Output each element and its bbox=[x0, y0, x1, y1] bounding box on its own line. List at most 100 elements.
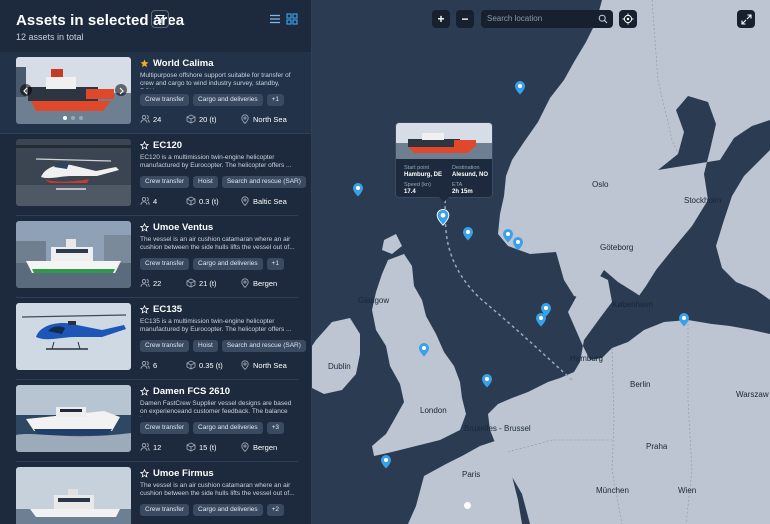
star-outline-icon[interactable] bbox=[140, 140, 149, 150]
asset-tags: Crew transfer Cargo and deliveries +1 bbox=[140, 258, 298, 270]
carousel-next-button[interactable] bbox=[115, 84, 127, 96]
asset-tags: Crew transfer Cargo and deliveries +1 bbox=[140, 94, 298, 106]
filter-icon bbox=[155, 15, 165, 24]
asset-pin-icon[interactable] bbox=[418, 342, 430, 357]
asset-pin-icon[interactable] bbox=[380, 454, 392, 469]
load-value: 20 (t) bbox=[199, 114, 217, 124]
tag-more[interactable]: +2 bbox=[266, 504, 285, 516]
popup-thumbnail bbox=[396, 123, 492, 159]
tag: Crew transfer bbox=[140, 504, 190, 516]
tag: Crew transfer bbox=[140, 176, 190, 188]
map-label-oslo: Oslo bbox=[592, 180, 609, 189]
asset-name[interactable]: EC120 bbox=[153, 140, 182, 151]
map-label-stockholm: Stockholm bbox=[684, 196, 722, 205]
start-point-label: Start point bbox=[404, 165, 430, 171]
asset-tags: Crew transfer Hoist Search and rescue (S… bbox=[140, 340, 306, 352]
tag: Crew transfer bbox=[140, 422, 190, 434]
asset-stats: 12 15 (t) Bergen bbox=[140, 442, 298, 452]
asset-name[interactable]: Umoe Firmus bbox=[153, 468, 214, 479]
zoom-in-button[interactable]: + bbox=[432, 10, 450, 28]
asset-count: 12 assets in total bbox=[16, 32, 84, 42]
eta-label: ETA bbox=[452, 182, 463, 188]
asset-thumbnail bbox=[16, 221, 131, 288]
map-label-bruxelles: Bruxelles - Brussel bbox=[464, 424, 531, 433]
location-search[interactable]: Search location bbox=[481, 10, 613, 28]
star-outline-icon[interactable] bbox=[140, 468, 149, 478]
asset-name[interactable]: EC135 bbox=[153, 304, 182, 315]
sidebar-header: Assets in selected area 12 assets in tot… bbox=[0, 0, 311, 48]
people-icon bbox=[140, 115, 150, 123]
location-pin-icon bbox=[241, 196, 249, 206]
map-label-glasgow: Glasgow bbox=[358, 296, 390, 305]
asset-description: Damen FastCrew Supplier vessel designs a… bbox=[140, 400, 292, 417]
people-icon bbox=[140, 361, 150, 369]
asset-tags: Crew transfer Hoist Search and rescue (S… bbox=[140, 176, 306, 188]
asset-name[interactable]: World Calima bbox=[153, 58, 214, 69]
location-value: Bergen bbox=[253, 442, 278, 452]
carousel-prev-button[interactable] bbox=[20, 84, 32, 96]
zoom-out-button[interactable]: − bbox=[456, 10, 474, 28]
location-pin-icon bbox=[241, 442, 249, 452]
asset-card-ec135[interactable]: EC135 EC135 is a multimission twin-engin… bbox=[16, 298, 306, 380]
asset-pin-icon[interactable] bbox=[678, 312, 690, 327]
location-value: North Sea bbox=[253, 360, 287, 370]
asset-pin-icon[interactable] bbox=[352, 182, 364, 197]
tag-more[interactable]: +1 bbox=[266, 258, 285, 270]
selected-asset-pin-icon[interactable] bbox=[436, 208, 450, 226]
star-outline-icon[interactable] bbox=[140, 222, 149, 232]
asset-name[interactable]: Umoe Ventus bbox=[153, 222, 213, 233]
star-outline-icon[interactable] bbox=[140, 304, 149, 314]
asset-card-ec120[interactable]: EC120 EC120 is a multimission twin-engin… bbox=[16, 134, 306, 216]
grid-view-icon[interactable] bbox=[286, 13, 298, 25]
star-outline-icon[interactable] bbox=[140, 386, 149, 396]
search-icon[interactable] bbox=[598, 14, 608, 24]
asset-pin-icon[interactable] bbox=[535, 312, 547, 327]
asset-list[interactable]: World Calima Multipurpose offshore suppo… bbox=[0, 52, 311, 524]
asset-card-umoe-firmus[interactable]: Umoe Firmus The vessel is an air cushion… bbox=[16, 462, 298, 524]
chevron-right-icon bbox=[119, 87, 124, 95]
speed-value: 17.4 bbox=[404, 189, 416, 195]
capacity-value: 6 bbox=[153, 360, 158, 370]
asset-card-damen-fcs-2610[interactable]: Damen FCS 2610 Damen FastCrew Supplier v… bbox=[16, 380, 298, 462]
asset-thumbnail bbox=[16, 385, 131, 452]
filter-button[interactable] bbox=[151, 10, 169, 28]
asset-thumbnail bbox=[16, 467, 131, 524]
tag: Crew transfer bbox=[140, 258, 190, 270]
tag: Search and rescue (SAR) bbox=[221, 176, 306, 188]
list-view-icon[interactable] bbox=[269, 13, 281, 25]
map-label-berlin: Berlin bbox=[630, 380, 651, 389]
my-location-button[interactable] bbox=[619, 10, 637, 28]
asset-info: World Calima Multipurpose offshore suppo… bbox=[140, 57, 298, 124]
map-label-munchen: München bbox=[596, 486, 629, 495]
fullscreen-button[interactable] bbox=[737, 10, 755, 28]
asset-card-umoe-ventus[interactable]: Umoe Ventus The vessel is an air cushion… bbox=[16, 216, 298, 298]
load-value: 0.35 (t) bbox=[199, 360, 223, 370]
asset-card-world-calima[interactable]: World Calima Multipurpose offshore suppo… bbox=[0, 52, 311, 134]
asset-route-popup[interactable]: Start point Hamburg, DE Destination Ales… bbox=[395, 122, 493, 202]
asset-name[interactable]: Damen FCS 2610 bbox=[153, 386, 230, 397]
asset-thumbnail bbox=[16, 139, 131, 206]
tag-more[interactable]: +3 bbox=[266, 422, 285, 434]
map-canvas[interactable] bbox=[312, 0, 770, 524]
carousel-dots[interactable] bbox=[63, 116, 83, 120]
search-input[interactable]: Search location bbox=[487, 14, 542, 23]
star-filled-icon[interactable] bbox=[140, 59, 149, 68]
load-value: 15 (t) bbox=[199, 442, 217, 452]
asset-pin-icon[interactable] bbox=[462, 226, 474, 241]
load-value: 21 (t) bbox=[199, 278, 217, 288]
asset-stats: 24 20 (t) North Sea bbox=[140, 114, 298, 124]
asset-tags: Crew transfer Cargo and deliveries +2 bbox=[140, 504, 298, 516]
tag-more[interactable]: +1 bbox=[266, 94, 285, 106]
capacity-value: 12 bbox=[153, 442, 162, 452]
asset-sidebar: Assets in selected area 12 assets in tot… bbox=[0, 0, 312, 524]
destination-label: Destination bbox=[452, 165, 480, 171]
map-view[interactable]: Oslo Stockholm Göteborg København Glasgo… bbox=[312, 0, 770, 524]
map-label-goteborg: Göteborg bbox=[600, 243, 634, 252]
map-label-dublin: Dublin bbox=[328, 362, 351, 371]
start-point-value: Hamburg, DE bbox=[404, 172, 443, 178]
location-value: North Sea bbox=[253, 114, 287, 124]
asset-pin-icon[interactable] bbox=[514, 80, 526, 95]
asset-pin-icon[interactable] bbox=[512, 236, 524, 251]
map-label-wien: Wien bbox=[678, 486, 697, 495]
asset-pin-icon[interactable] bbox=[481, 373, 493, 388]
